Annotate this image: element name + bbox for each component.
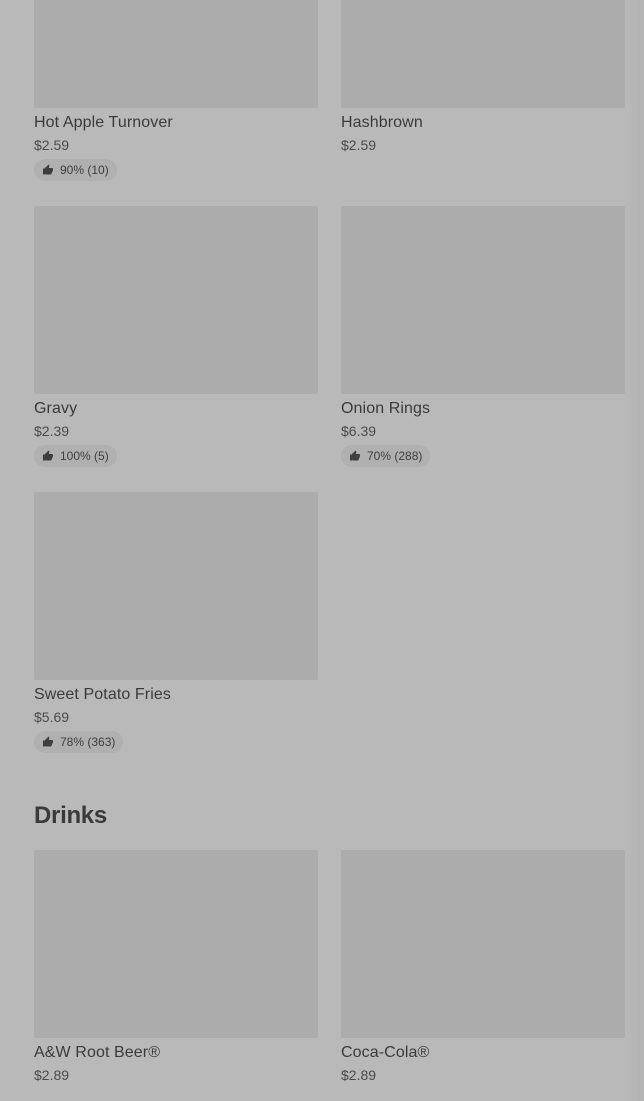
menu-item-card[interactable]: Gravy $2.39 100% (5)	[34, 206, 318, 467]
item-price: $2.89	[341, 1067, 377, 1083]
thumbs-up-icon	[43, 450, 53, 461]
menu-item-card[interactable]: A&W Root Beer® $2.89	[34, 850, 318, 1084]
item-name: A&W Root Beer®	[34, 1044, 161, 1061]
menu-item-card[interactable]: Onion Rings $6.39 70% (288)	[341, 206, 625, 467]
item-name: Onion Rings	[341, 400, 431, 417]
menu-item-card[interactable]: Sweet Potato Fries $5.69 78% (363)	[34, 492, 318, 753]
item-name: Coca-Cola®	[341, 1044, 430, 1061]
menu-item-card[interactable]: Hot Apple Turnover $2.59 90% (10)	[34, 0, 318, 181]
item-price: $2.59	[34, 137, 70, 153]
menu-item-card[interactable]: Coca-Cola® $2.89	[341, 850, 625, 1084]
section-title-drinks: Drinks	[34, 802, 107, 829]
item-image	[341, 0, 625, 108]
item-image	[34, 206, 318, 394]
thumbs-up-icon	[43, 736, 53, 747]
item-image	[34, 0, 318, 108]
item-price: $5.69	[34, 709, 70, 725]
rating-badge: 90% (10)	[34, 159, 117, 181]
item-name: Gravy	[34, 400, 78, 417]
thumbs-up-icon	[350, 450, 360, 461]
rating-text: 70% (288)	[367, 449, 423, 463]
rating-text: 78% (363)	[60, 735, 116, 749]
thumbs-up-icon	[43, 164, 53, 175]
menu-page: Hot Apple Turnover $2.59 90% (10) Hashbr…	[0, 0, 644, 1101]
item-name: Sweet Potato Fries	[34, 686, 171, 703]
item-price: $6.39	[341, 423, 377, 439]
item-name: Hot Apple Turnover	[34, 114, 173, 131]
item-price: $2.89	[34, 1067, 70, 1083]
item-image	[341, 206, 625, 394]
rating-badge: 100% (5)	[34, 445, 117, 467]
rating-text: 100% (5)	[60, 449, 109, 463]
scroll-edge-shadow	[624, 0, 644, 1101]
item-name: Hashbrown	[341, 114, 423, 131]
item-price: $2.39	[34, 423, 70, 439]
item-image	[34, 492, 318, 680]
item-image	[34, 850, 318, 1038]
rating-badge: 70% (288)	[341, 445, 431, 467]
menu-item-card[interactable]: Hashbrown $2.59	[341, 0, 625, 154]
rating-text: 90% (10)	[60, 163, 109, 177]
rating-badge: 78% (363)	[34, 731, 124, 753]
item-price: $2.59	[341, 137, 377, 153]
item-image	[341, 850, 625, 1038]
